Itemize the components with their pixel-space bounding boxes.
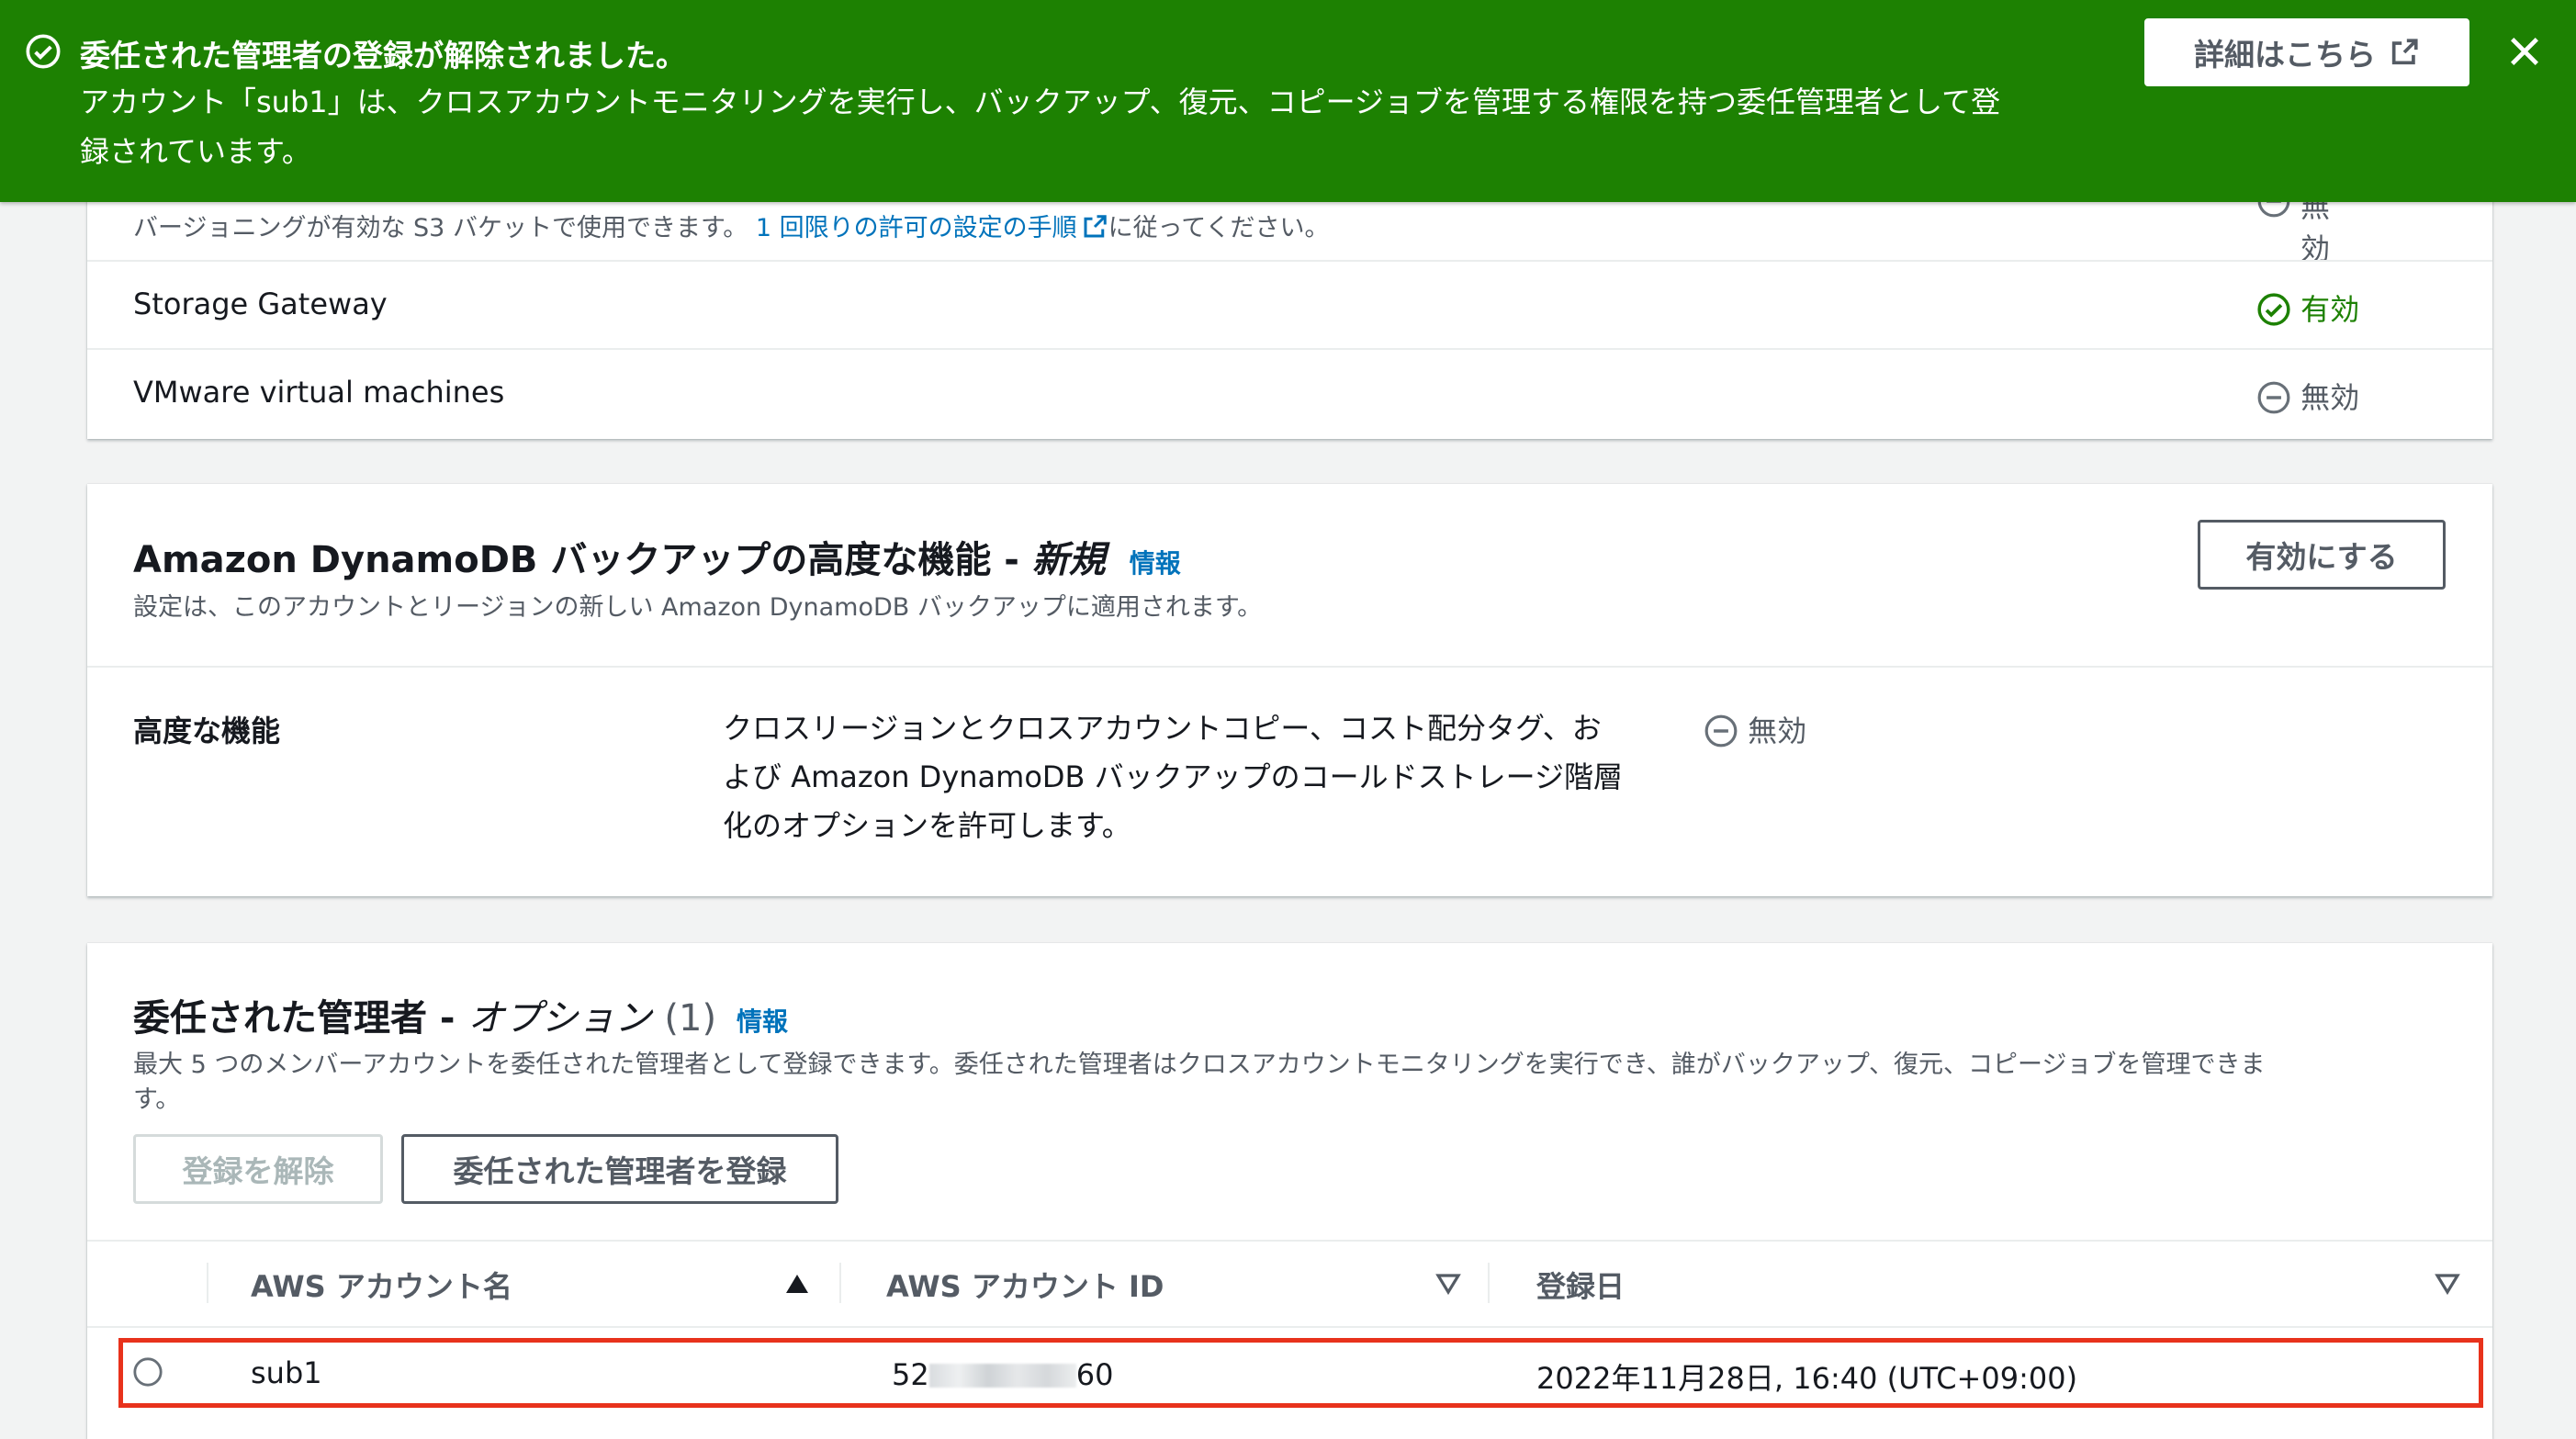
feature-description: クロスリージョンとクロスアカウントコピー、コスト配分タグ、お よび Amazon… <box>723 711 1624 843</box>
s3-permission-link[interactable]: 1 回限りの許可の設定の手順 <box>756 214 1077 242</box>
close-icon[interactable] <box>2506 33 2543 70</box>
column-header-account-name[interactable]: AWS アカウント名 <box>251 1264 512 1306</box>
storage-gateway-status: 有効 <box>2256 287 2359 329</box>
table-row[interactable] <box>118 1338 2483 1408</box>
deregister-button[interactable]: 登録を解除 <box>133 1134 383 1204</box>
external-link-icon <box>2391 39 2418 65</box>
sort-descending-icon[interactable] <box>1435 1273 1461 1295</box>
delegated-title: 委任された管理者 - オプション (1) 情報 <box>133 997 789 1040</box>
vmware-status: 無効 <box>2256 375 2359 417</box>
account-name-cell: sub1 <box>251 1355 322 1390</box>
delegated-info-link[interactable]: 情報 <box>737 1006 788 1037</box>
check-circle-icon <box>2257 293 2290 326</box>
success-check-icon <box>26 34 61 69</box>
dynamodb-info-link[interactable]: 情報 <box>1130 548 1181 579</box>
account-id-cell: 52 60 <box>892 1357 1114 1392</box>
enable-button[interactable]: 有効にする <box>2198 520 2446 590</box>
sort-descending-icon[interactable] <box>2435 1273 2460 1295</box>
success-flash-bar: 委任された管理者の登録が解除されました。 アカウント「sub1」は、クロスアカウ… <box>0 0 2576 202</box>
column-header-registered-date[interactable]: 登録日 <box>1536 1264 1625 1306</box>
flash-message: アカウント「sub1」は、クロスアカウントモニタリングを実行し、バックアップ、復… <box>80 84 2001 169</box>
minus-circle-icon <box>1704 714 1738 748</box>
dynamodb-description: 設定は、このアカウントとリージョンの新しい Amazon DynamoDB バッ… <box>133 593 1263 622</box>
feature-label: 高度な機能 <box>133 714 281 748</box>
delegated-description: 最大 5 つのメンバーアカウントを委任された管理者として登録できます。委任された… <box>133 1051 2266 1114</box>
column-header-account-id[interactable]: AWS アカウント ID <box>886 1264 1164 1306</box>
redacted-digits <box>928 1364 1076 1388</box>
s3-note: バージョニングが有効な S3 バケットで使用できます。 1 回限りの許可の設定の… <box>133 214 1330 242</box>
sort-ascending-icon[interactable] <box>784 1273 810 1295</box>
register-admin-button[interactable]: 委任された管理者を登録 <box>401 1134 838 1204</box>
details-button[interactable]: 詳細はこちら <box>2144 18 2469 86</box>
resource-name-storage-gateway: Storage Gateway <box>133 287 388 321</box>
registered-date-cell: 2022年11月28日, 16:40 (UTC+09:00) <box>1536 1361 2078 1396</box>
dynamodb-advanced-card: Amazon DynamoDB バックアップの高度な機能 - 新規 情報 設定は… <box>87 484 2492 896</box>
feature-status: 無効 <box>1704 708 1806 750</box>
resource-name-vmware: VMware virtual machines <box>133 375 505 410</box>
external-link-icon <box>1084 215 1107 238</box>
dynamodb-title: Amazon DynamoDB バックアップの高度な機能 - 新規 情報 <box>133 539 1181 581</box>
row-radio-button[interactable] <box>132 1356 163 1388</box>
minus-circle-icon <box>2257 381 2290 414</box>
flash-title: 委任された管理者の登録が解除されました。 <box>80 38 686 73</box>
